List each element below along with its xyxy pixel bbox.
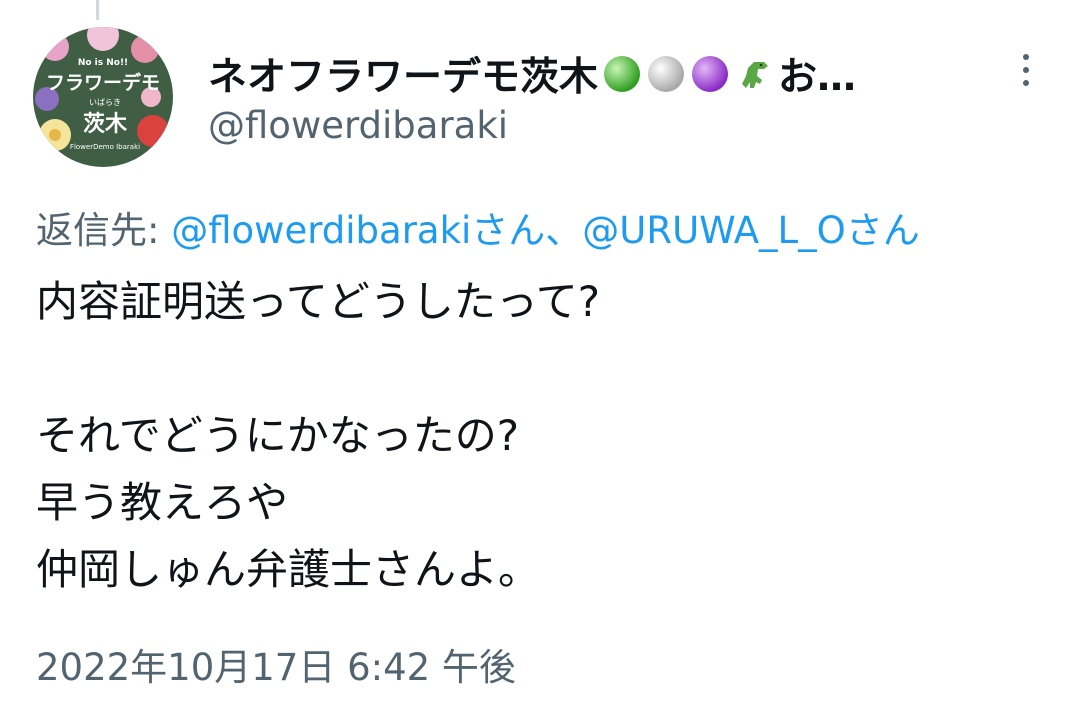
replying-to-label: 返信先: <box>36 209 160 252</box>
tweet-text-line: 早う教えろや <box>36 478 289 527</box>
display-name-text: ネオフラワーデモ茨木 <box>208 55 599 100</box>
author-handle[interactable]: @flowerdibaraki <box>208 104 508 147</box>
svg-text:FlowerDemo Ibaraki: FlowerDemo Ibaraki <box>70 143 140 151</box>
white-circle-icon <box>648 56 685 92</box>
t-rex-icon <box>742 62 769 88</box>
tweet-text-line: 仲岡しゅん弁護士さんよ。 <box>36 545 541 594</box>
tweet-text-line: それでどうにかなったの? <box>36 411 520 460</box>
more-options-icon[interactable] <box>1010 50 1042 90</box>
avatar-image: No is No!! フラワーデモ いばらき 茨木 FlowerDemo Iba… <box>33 27 173 167</box>
svg-text:茨木: 茨木 <box>83 112 128 137</box>
svg-text:No is No!!: No is No!! <box>78 58 128 68</box>
author-display-name[interactable]: ネオフラワーデモ茨木 お… <box>208 46 856 102</box>
avatar[interactable]: No is No!! フラワーデモ いばらき 茨木 FlowerDemo Iba… <box>33 27 173 167</box>
mention-link-uruwa[interactable]: @URUWA_L_Oさん <box>582 209 919 252</box>
green-circle-icon <box>604 56 641 92</box>
mention-separator: 、 <box>545 209 583 252</box>
svg-text:いばらき: いばらき <box>89 98 121 107</box>
replying-to: 返信先: @flowerdibarakiさん、@URUWA_L_Oさん <box>36 200 920 254</box>
tweet-body: 内容証明送ってどうしたって? それでどうにかなったの? 早う教えろや 仲岡しゅん… <box>36 268 1046 603</box>
display-name-truncated-suffix: お… <box>778 55 857 100</box>
mention-link-flowerdibaraki[interactable]: @flowerdibarakiさん <box>171 209 545 252</box>
tweet-timestamp[interactable]: 2022年10月17日 6:42 午後 <box>36 637 516 691</box>
tweet-text-line <box>36 335 1046 402</box>
purple-circle-icon <box>692 56 729 92</box>
tweet-text-line: 内容証明送ってどうしたって? <box>36 277 601 326</box>
svg-text:フラワーデモ: フラワーデモ <box>46 71 160 94</box>
thread-connector-line <box>96 0 99 20</box>
